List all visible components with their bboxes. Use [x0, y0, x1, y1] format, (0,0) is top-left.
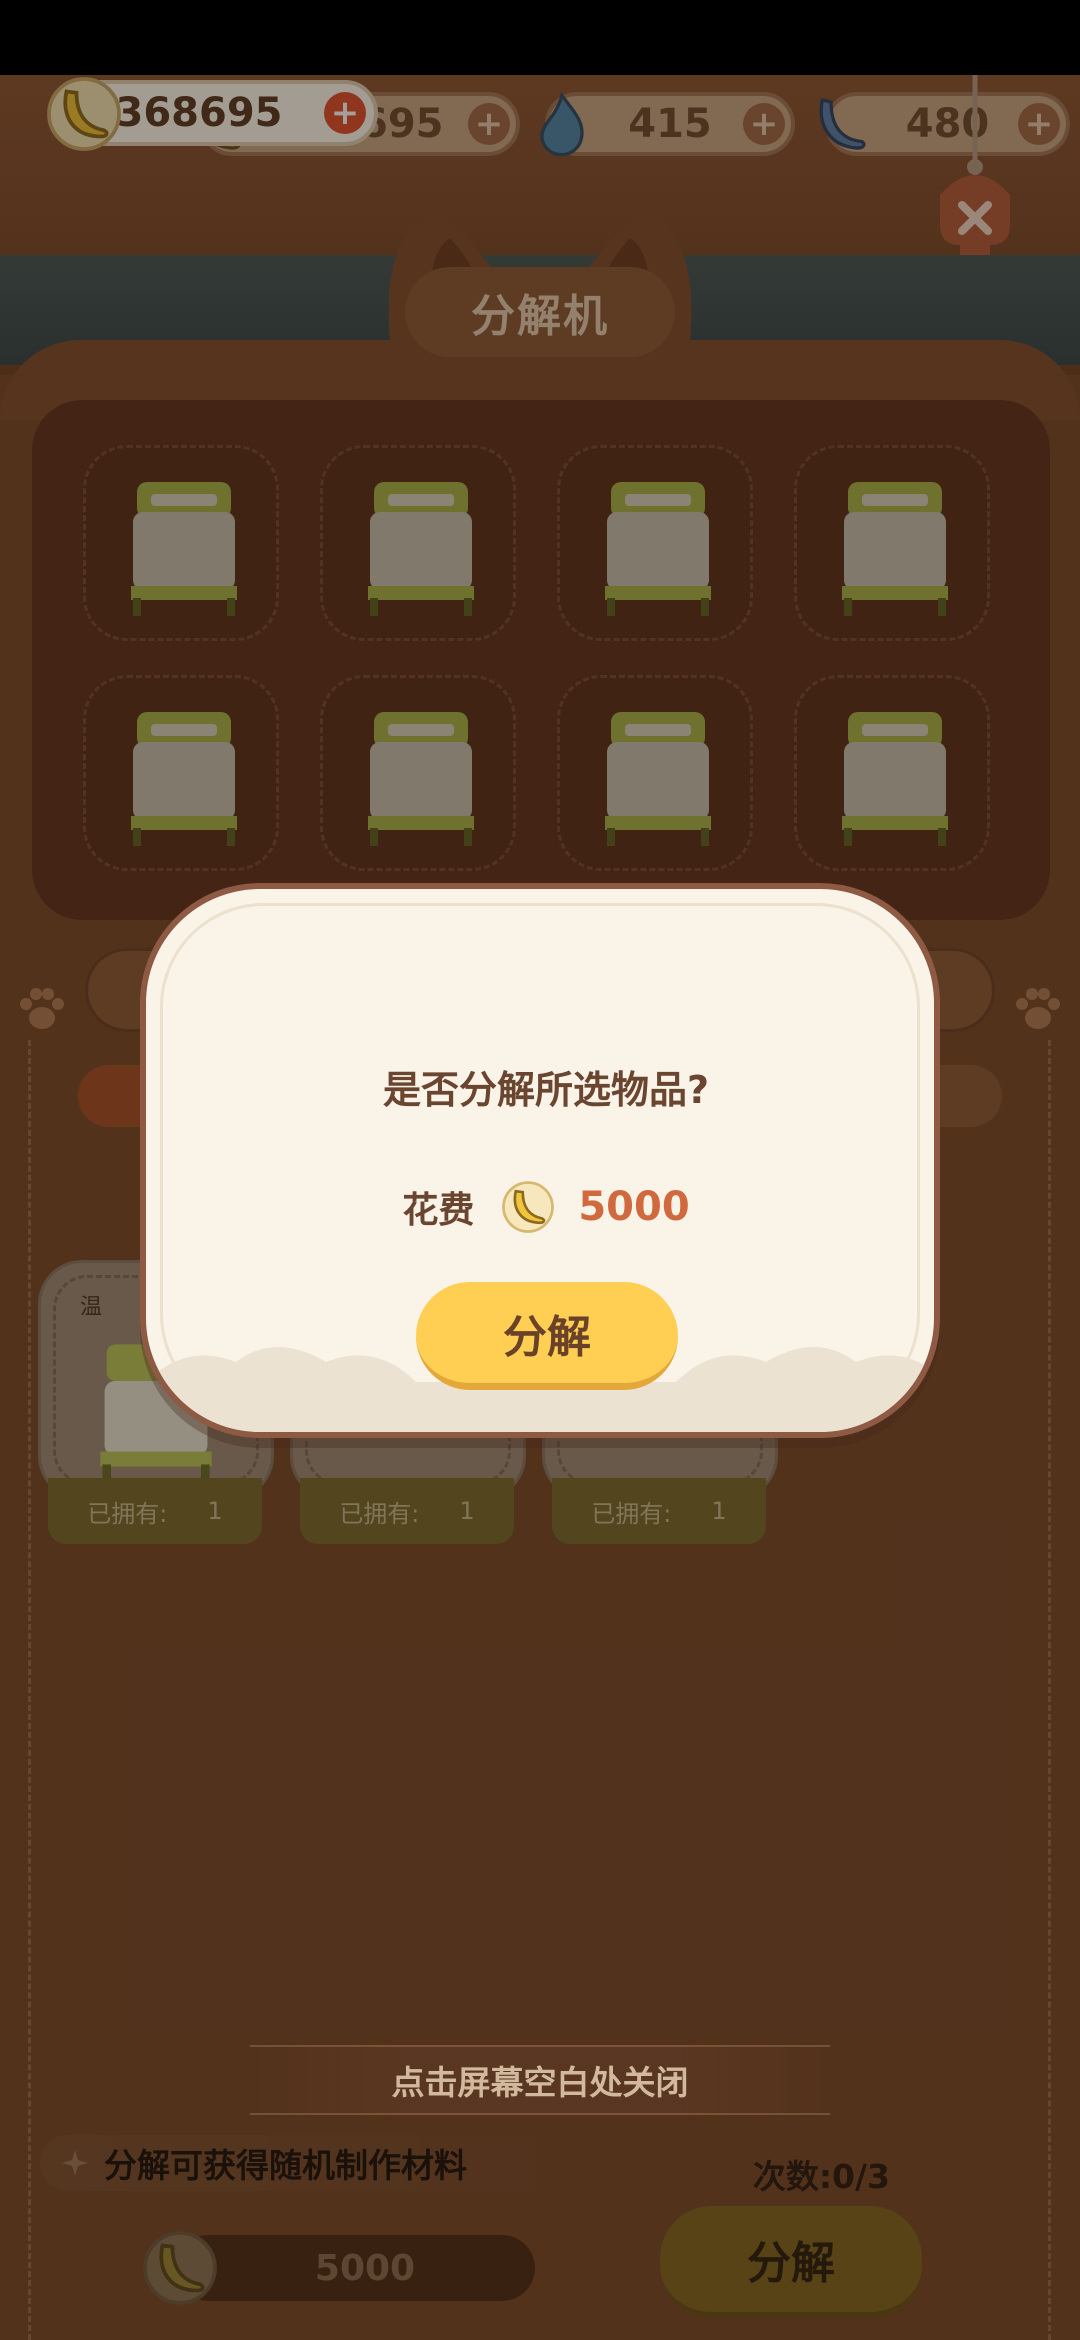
confirm-decompose-button[interactable]: 分解	[416, 1282, 678, 1390]
confirm-dialog: 是否分解所选物品? 花费 5000 分解	[140, 883, 940, 1438]
close-hint: 点击屏幕空白处关闭	[250, 2045, 830, 2115]
status-bar	[0, 0, 1080, 75]
dialog-cost-value: 5000	[578, 1184, 690, 1230]
dialog-cost-row: 花费 5000	[146, 1177, 934, 1237]
dialog-cost-label: 花费	[402, 1190, 475, 1231]
dialog-question: 是否分解所选物品?	[382, 1068, 710, 1112]
banana-icon	[502, 1181, 555, 1233]
